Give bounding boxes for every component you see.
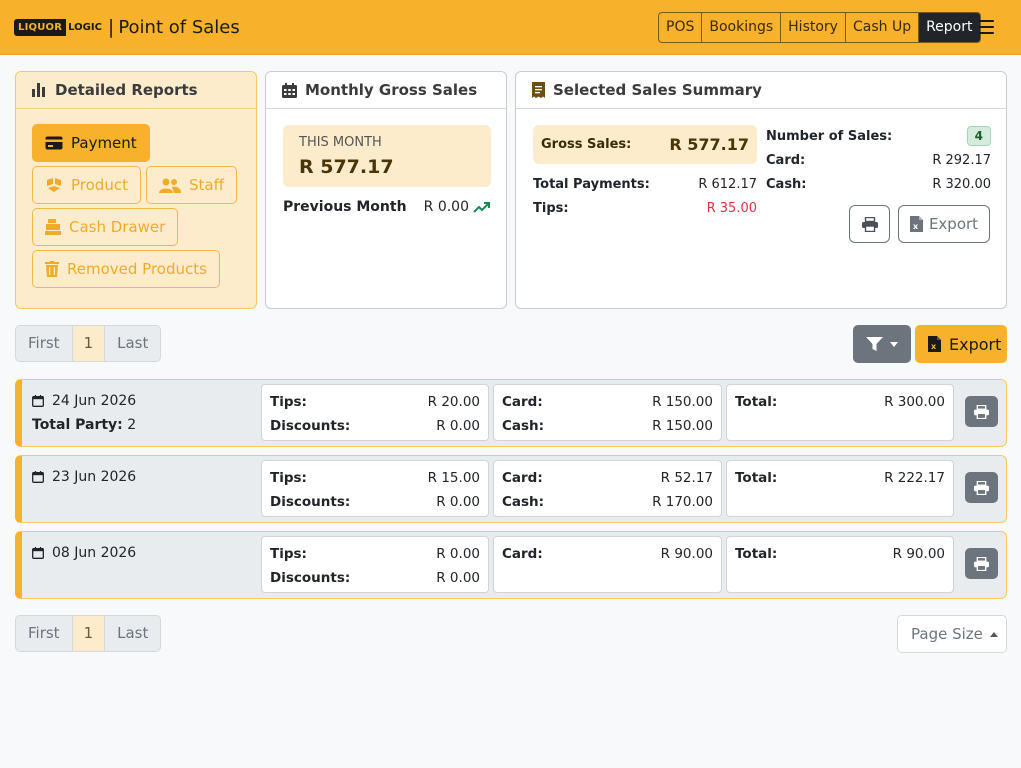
users-icon bbox=[159, 178, 181, 193]
page-size-dropdown[interactable]: Page Size bbox=[897, 615, 1007, 653]
main-nav: POS Bookings History Cash Up Report bbox=[658, 12, 981, 43]
card-title: Monthly Gross Sales bbox=[305, 81, 478, 99]
total-cell: Total: R 90.00 bbox=[726, 536, 954, 593]
top-navbar: LIQUOR LOGIC | Point of Sales POS Bookin… bbox=[0, 0, 1021, 55]
card-cash-cell: Card: R 90.00 bbox=[493, 536, 722, 593]
previous-month-row: Previous Month R 0.00 bbox=[283, 199, 491, 215]
boxes-icon bbox=[45, 178, 63, 192]
excel-file-icon: x bbox=[928, 336, 941, 352]
printer-icon bbox=[861, 216, 878, 232]
sale-row[interactable]: 08 Jun 2026 Tips: R 0.00 Discounts: R 0.00… bbox=[15, 531, 1007, 599]
nav-cash-up[interactable]: Cash Up bbox=[846, 13, 920, 42]
excel-file-icon: x bbox=[909, 216, 923, 232]
brand-separator: | bbox=[107, 16, 115, 38]
nav-pos[interactable]: POS bbox=[659, 13, 703, 42]
total-cell: Total: R 222.17 bbox=[726, 460, 954, 517]
row-date: 23 Jun 2026 bbox=[52, 469, 137, 485]
tips-discounts-cell: Tips: R 20.00 Discounts: R 0.00 bbox=[261, 384, 489, 441]
report-product-button[interactable]: Product bbox=[32, 166, 141, 204]
caret-down-icon bbox=[890, 341, 898, 347]
liquor-logic-logo: LIQUOR LOGIC bbox=[14, 17, 104, 37]
filter-icon bbox=[866, 336, 883, 352]
tips-row: Tips: R 35.00 bbox=[533, 201, 757, 216]
calendar-icon bbox=[32, 395, 44, 407]
svg-text:x: x bbox=[913, 222, 919, 231]
summary-export-button[interactable]: x Export bbox=[898, 205, 990, 243]
number-of-sales-row: Number of Sales: 4 bbox=[766, 126, 991, 146]
page-first[interactable]: First bbox=[16, 326, 73, 361]
sale-row[interactable]: 23 Jun 2026 Tips: R 15.00 Discounts: R 0.0… bbox=[15, 455, 1007, 523]
calendar-icon bbox=[282, 82, 297, 98]
bar-chart-icon bbox=[32, 83, 47, 97]
hamburger-icon[interactable] bbox=[979, 20, 994, 34]
row-print-button[interactable] bbox=[965, 472, 998, 503]
row-date: 24 Jun 2026 bbox=[52, 393, 137, 409]
report-removed-products-button[interactable]: Removed Products bbox=[32, 250, 220, 288]
monthly-gross-sales-card: Monthly Gross Sales THIS MONTH R 577.17 … bbox=[265, 71, 507, 309]
trash-icon bbox=[45, 261, 59, 277]
svg-text:x: x bbox=[931, 342, 937, 351]
cash-register-icon bbox=[45, 219, 61, 235]
printer-icon bbox=[974, 556, 989, 571]
row-print-button[interactable] bbox=[965, 548, 998, 579]
row-date: 08 Jun 2026 bbox=[52, 545, 137, 561]
detailed-reports-card: Detailed Reports Payment Product Staff C… bbox=[15, 71, 257, 309]
this-month-label: THIS MONTH bbox=[299, 135, 382, 150]
sale-row[interactable]: 24 Jun 2026 Total Party: 2 Tips: R 20.00 … bbox=[15, 379, 1007, 447]
gross-sales-value: R 577.17 bbox=[669, 135, 749, 154]
pagination-bottom: First 1 Last bbox=[15, 615, 162, 652]
total-cell: Total: R 300.00 bbox=[726, 384, 954, 441]
export-button[interactable]: x Export bbox=[915, 325, 1007, 363]
previous-month-label: Previous Month bbox=[283, 199, 407, 215]
page-last[interactable]: Last bbox=[105, 616, 160, 651]
previous-month-value: R 0.00 bbox=[423, 199, 469, 215]
tips-discounts-cell: Tips: R 0.00 Discounts: R 0.00 bbox=[261, 536, 489, 593]
printer-icon bbox=[974, 480, 989, 495]
total-party: Total Party: 2 bbox=[32, 417, 137, 433]
nav-bookings[interactable]: Bookings bbox=[702, 13, 782, 42]
filter-dropdown-button[interactable] bbox=[853, 325, 911, 363]
nav-history[interactable]: History bbox=[781, 13, 846, 42]
page-number[interactable]: 1 bbox=[72, 326, 106, 361]
caret-up-icon bbox=[989, 631, 998, 637]
calendar-icon bbox=[32, 547, 44, 559]
this-month-value: R 577.17 bbox=[299, 156, 394, 178]
card-title: Selected Sales Summary bbox=[553, 81, 762, 99]
page-last[interactable]: Last bbox=[105, 326, 160, 361]
card-row: Card: R 292.17 bbox=[766, 153, 991, 168]
sales-count-badge: 4 bbox=[966, 126, 991, 146]
calendar-icon bbox=[32, 471, 44, 483]
pagination-top: First 1 Last bbox=[15, 325, 162, 362]
card-cash-cell: Card: R 150.00 Cash: R 150.00 bbox=[493, 384, 722, 441]
report-staff-button[interactable]: Staff bbox=[146, 166, 237, 204]
printer-icon bbox=[974, 404, 989, 419]
row-print-button[interactable] bbox=[965, 396, 998, 427]
report-cash-drawer-button[interactable]: Cash Drawer bbox=[32, 208, 179, 246]
cash-row: Cash: R 320.00 bbox=[766, 177, 991, 192]
app-title: Point of Sales bbox=[118, 16, 240, 38]
nav-report[interactable]: Report bbox=[919, 13, 980, 42]
summary-print-button[interactable] bbox=[849, 205, 890, 243]
receipt-icon bbox=[532, 82, 545, 98]
card-title: Detailed Reports bbox=[55, 81, 198, 99]
brand[interactable]: LIQUOR LOGIC | Point of Sales bbox=[14, 16, 240, 38]
card-cash-cell: Card: R 52.17 Cash: R 170.00 bbox=[493, 460, 722, 517]
sales-summary-card: Selected Sales Summary Gross Sales: R 57… bbox=[515, 71, 1007, 309]
report-payment-button[interactable]: Payment bbox=[32, 124, 150, 162]
tips-discounts-cell: Tips: R 15.00 Discounts: R 0.00 bbox=[261, 460, 489, 517]
trend-up-icon bbox=[473, 201, 491, 213]
total-payments-row: Total Payments: R 612.17 bbox=[533, 177, 757, 192]
page-first[interactable]: First bbox=[16, 616, 73, 651]
gross-sales-box: Gross Sales: R 577.17 bbox=[533, 125, 757, 164]
this-month-box: THIS MONTH R 577.17 bbox=[283, 125, 491, 187]
credit-card-icon bbox=[45, 136, 63, 150]
page-number[interactable]: 1 bbox=[72, 616, 106, 651]
